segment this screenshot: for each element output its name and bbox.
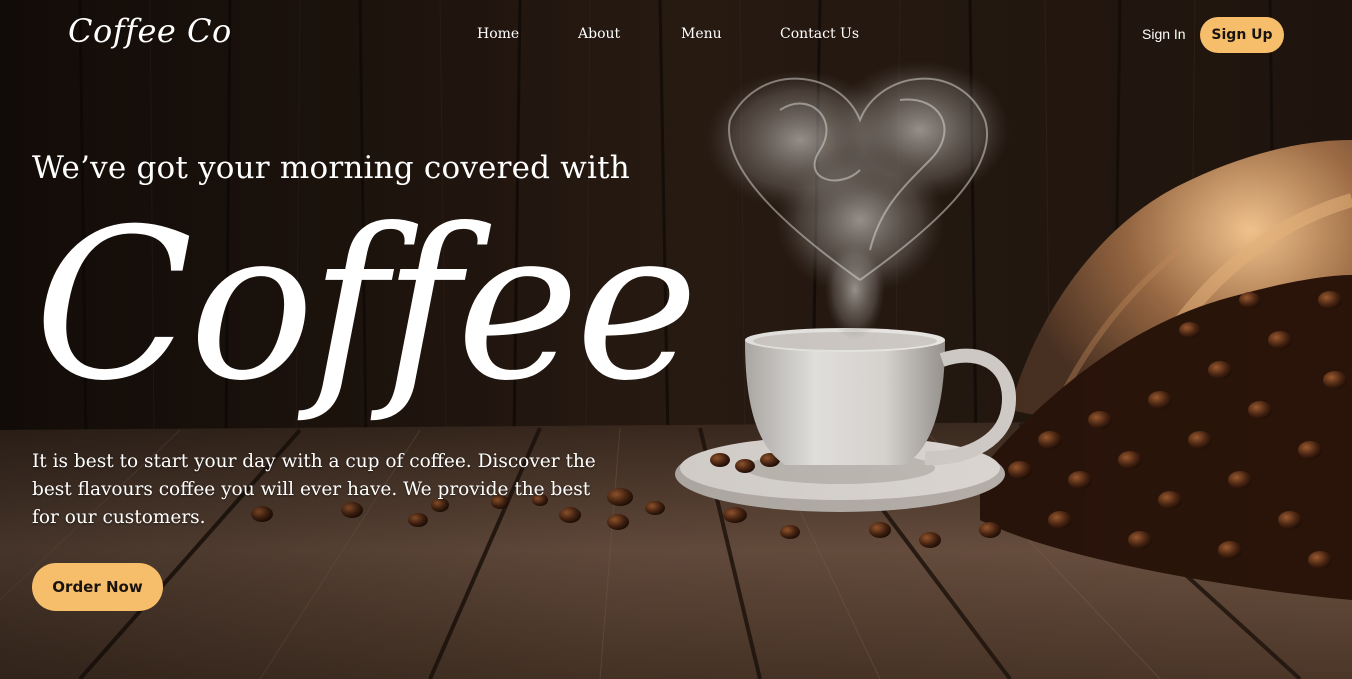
sign-in-link[interactable]: Sign In [1142, 26, 1186, 42]
navbar: Coffee Co Home About Menu Contact Us Sig… [0, 0, 1352, 72]
order-now-button[interactable]: Order Now [32, 563, 163, 611]
sign-up-button[interactable]: Sign Up [1200, 17, 1284, 53]
nav-link-about[interactable]: About [578, 26, 620, 42]
hero-subtitle: We’ve got your morning covered with [32, 150, 630, 186]
hero-description: It is best to start your day with a cup … [32, 451, 596, 528]
landing-page: Coffee Co Home About Menu Contact Us Sig… [0, 0, 1352, 679]
hero-headline: Coffee [34, 185, 699, 427]
nav-link-menu[interactable]: Menu [681, 26, 722, 42]
nav-link-contact-us[interactable]: Contact Us [780, 26, 859, 42]
nav-link-home[interactable]: Home [477, 26, 519, 42]
